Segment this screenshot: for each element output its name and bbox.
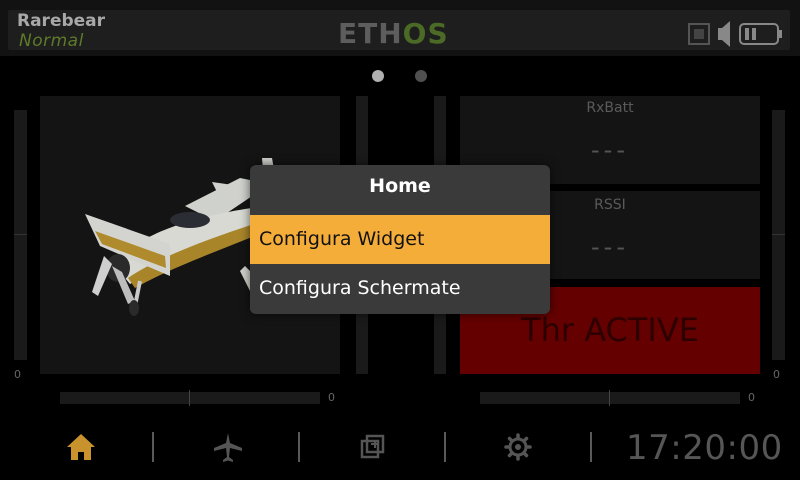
settings-icon[interactable] <box>498 427 538 467</box>
trim-left-vertical <box>14 110 27 360</box>
trim-right-center <box>772 234 785 235</box>
trim-left-value: 0 <box>14 368 21 381</box>
battery-icon <box>739 23 782 45</box>
nav-separator <box>590 432 592 462</box>
speaker-icon <box>718 21 730 47</box>
page-dot-1[interactable] <box>372 70 384 82</box>
menu-item-configure-widget[interactable]: Configura Widget <box>250 215 550 264</box>
page-dot-2[interactable] <box>415 70 427 82</box>
logo-text-os: OS <box>402 17 449 50</box>
trim-right-horizontal <box>480 392 740 404</box>
trim-left-horizontal <box>60 392 320 404</box>
menu-item-configure-screens[interactable]: Configura Schermate <box>250 264 550 313</box>
nav-separator <box>152 432 154 462</box>
nav-separator <box>444 432 446 462</box>
airplane-icon[interactable] <box>208 427 248 467</box>
ethos-logo: ETHOS <box>338 18 449 50</box>
home-icon[interactable] <box>61 427 101 467</box>
trim-left-horizontal-value: 0 <box>328 391 335 404</box>
status-icons <box>688 20 788 48</box>
trim-right-horizontal-center <box>609 390 610 406</box>
system-icon[interactable] <box>352 427 392 467</box>
trim-left-center <box>14 234 27 235</box>
model-image-icon <box>688 23 710 45</box>
nav-separator <box>298 432 300 462</box>
throttle-status-label: Thr ACTIVE <box>521 311 699 349</box>
widget-rxbatt-value: --- <box>591 136 629 164</box>
widget-rxbatt-title: RxBatt <box>586 100 634 116</box>
menu-title: Home <box>369 175 431 197</box>
trim-right-value: 0 <box>773 368 780 381</box>
clock: 17:20:00 <box>626 428 783 468</box>
model-name[interactable]: Rarebear <box>17 11 105 31</box>
trim-right-horizontal-value: 0 <box>748 391 755 404</box>
flight-mode-label: Normal <box>19 31 84 51</box>
trim-right-vertical <box>772 110 785 360</box>
home-context-menu: Home Configura Widget Configura Schermat… <box>250 165 550 314</box>
logo-text-eth: ETH <box>338 17 403 50</box>
trim-left-horizontal-center <box>189 390 190 406</box>
